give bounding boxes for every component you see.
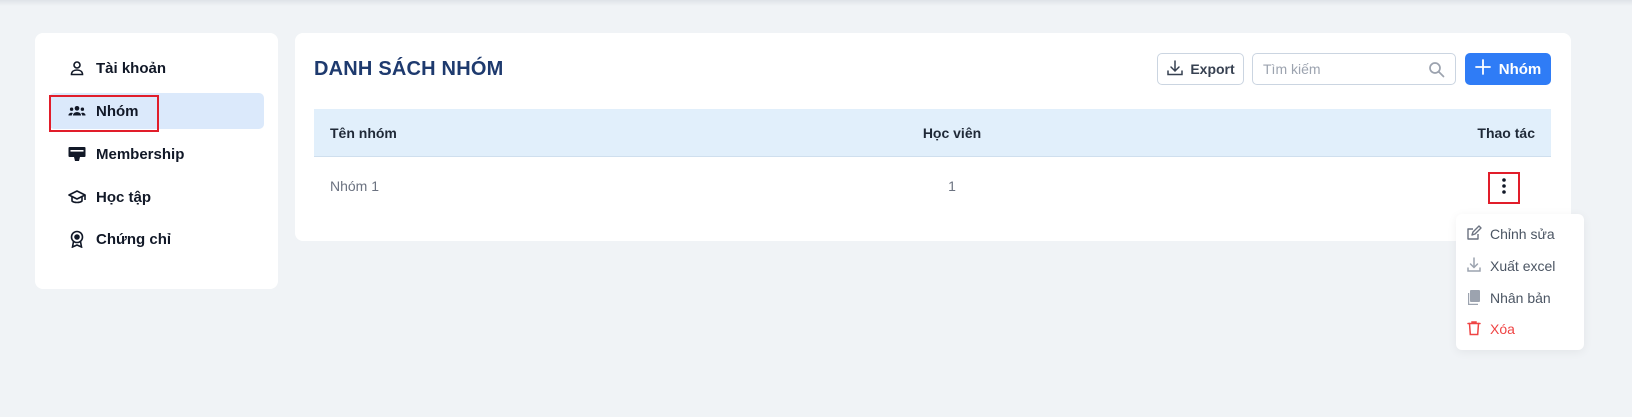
sidebar-item-label: Nhóm [96, 102, 139, 120]
search-icon[interactable] [1428, 61, 1445, 83]
edit-icon [1466, 224, 1482, 244]
search-input[interactable] [1263, 61, 1423, 77]
sidebar-item-learning[interactable]: Học tập [49, 179, 264, 215]
menu-item-label: Nhân bản [1490, 290, 1551, 306]
sidebar: Tài khoản Nhóm Membership Học tập Chứng … [35, 33, 278, 289]
row-actions-button[interactable] [1488, 172, 1520, 204]
menu-item-duplicate[interactable]: Nhân bản [1466, 287, 1581, 309]
table-row[interactable]: Nhóm 1 1 [314, 158, 1551, 214]
column-header-name[interactable]: Tên nhóm [330, 109, 397, 157]
users-group-icon [68, 102, 86, 120]
export-label: Export [1190, 61, 1235, 77]
download-icon [1466, 256, 1482, 276]
user-icon [68, 59, 86, 77]
sidebar-item-group[interactable]: Nhóm [49, 93, 264, 129]
sidebar-item-label: Chứng chỉ [96, 230, 172, 248]
menu-item-edit[interactable]: Chỉnh sửa [1466, 223, 1581, 245]
page-title: DANH SÁCH NHÓM [314, 58, 504, 80]
certificate-badge-icon [68, 230, 86, 248]
search-box [1252, 53, 1456, 85]
column-header-students[interactable]: Học viên [922, 109, 982, 157]
sidebar-item-membership[interactable]: Membership [49, 136, 264, 172]
group-list-card: DANH SÁCH NHÓM Export Nhóm Tên nhóm Học … [295, 33, 1571, 241]
graduation-cap-icon [68, 188, 86, 206]
membership-card-icon [68, 145, 86, 163]
add-group-button[interactable]: Nhóm [1465, 53, 1551, 85]
duplicate-icon [1466, 289, 1482, 308]
sidebar-item-label: Tài khoản [96, 59, 167, 77]
plus-icon [1474, 59, 1491, 79]
menu-item-export-excel[interactable]: Xuất excel [1466, 255, 1581, 277]
cell-group-name: Nhóm 1 [330, 178, 380, 194]
menu-item-label: Chỉnh sửa [1490, 226, 1555, 242]
column-header-actions: Thao tác [1477, 125, 1535, 141]
sidebar-item-label: Membership [96, 145, 185, 163]
row-actions-menu: Chỉnh sửa Xuất excel Nhân bản Xóa [1456, 214, 1584, 350]
menu-item-delete[interactable]: Xóa [1466, 318, 1581, 340]
export-button[interactable]: Export [1157, 53, 1244, 85]
menu-item-label: Xuất excel [1490, 258, 1556, 274]
top-shadow [0, 0, 1632, 6]
sidebar-item-label: Học tập [96, 188, 152, 206]
sidebar-item-account[interactable]: Tài khoản [49, 50, 264, 86]
menu-item-label: Xóa [1490, 321, 1515, 337]
add-group-label: Nhóm [1498, 60, 1542, 78]
cell-student-count: 1 [948, 178, 956, 194]
trash-icon [1466, 320, 1482, 339]
download-icon [1166, 59, 1184, 80]
sidebar-item-certificate[interactable]: Chứng chỉ [49, 221, 264, 257]
table-header: Tên nhóm Học viên Thao tác [314, 109, 1551, 157]
more-vertical-icon [1501, 177, 1507, 200]
